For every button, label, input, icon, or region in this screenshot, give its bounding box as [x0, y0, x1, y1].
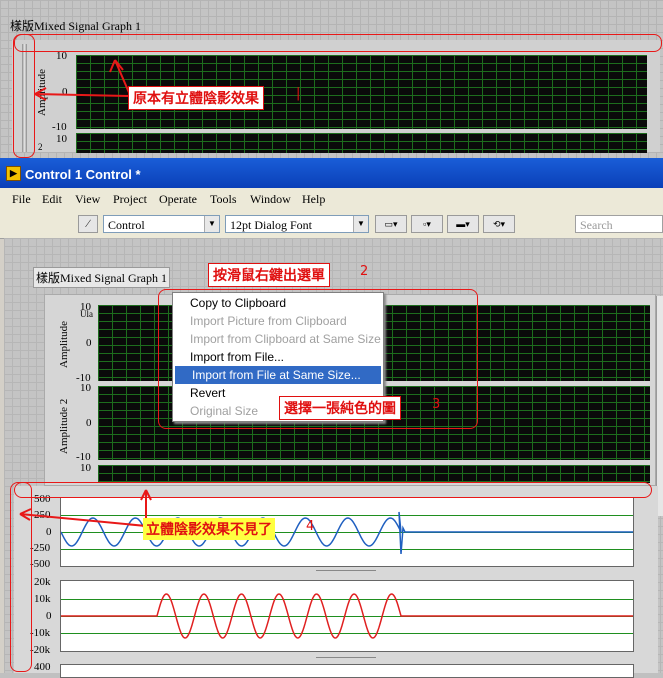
menu-help[interactable]: Help: [302, 192, 325, 207]
annotation-note-1: 原本有立體陰影效果: [128, 86, 264, 110]
window-titlebar[interactable]: ▶ Control 1 Control *: [0, 158, 663, 188]
menu-file[interactable]: File: [12, 192, 31, 207]
chevron-down-icon: ▼: [204, 216, 219, 232]
annotation-note-4: 立體陰影效果不見了: [143, 518, 275, 540]
arrow-to-bar: [34, 87, 131, 101]
control-type-select[interactable]: Control ▼: [103, 215, 220, 233]
wave-separator-2: [316, 657, 376, 658]
wave-a-tick-neg500: -500: [30, 558, 51, 570]
top-graph-ylabel2: 2: [38, 142, 43, 152]
wave-plot-b[interactable]: [60, 580, 634, 652]
inner-p2-tick-0: 0: [86, 417, 92, 429]
annotation-step-2: 2: [360, 264, 369, 279]
inner-plot-area-3[interactable]: [98, 465, 650, 483]
wave-b-tick-10k: 10k: [34, 593, 51, 605]
toolbar: ∕ Control ▼ 12pt Dialog Font ▼ ▭▾ ▫▾ ▬▾ …: [0, 210, 663, 239]
pencil-tool-button[interactable]: ∕: [78, 215, 98, 233]
menu-view[interactable]: View: [75, 192, 100, 207]
wave-c-tick-400: 400: [34, 661, 51, 673]
pencil-icon: ∕: [87, 218, 89, 230]
wave-a-tick-neg250: -250: [30, 542, 51, 554]
align-icon: ▭▾: [384, 219, 398, 229]
menu-operate[interactable]: Operate: [159, 192, 197, 207]
wave-plot-c[interactable]: [60, 664, 634, 678]
search-input[interactable]: Search: [575, 215, 663, 233]
top-tick-10b: 10: [56, 133, 67, 145]
annotation-note-2: 按滑鼠右鍵出選單: [208, 263, 330, 287]
wave-b-tick-neg20k: -20k: [30, 644, 51, 656]
font-select[interactable]: 12pt Dialog Font ▼: [225, 215, 369, 233]
inner-p1-tick-10: 10: [80, 301, 91, 313]
vertical-scrollbar[interactable]: [656, 296, 663, 516]
reorder-icon: ⟲▾: [492, 219, 506, 229]
wave-b-tick-20k: 20k: [34, 576, 51, 588]
annotation-arrows-bottom: [19, 489, 152, 527]
menu-edit[interactable]: Edit: [42, 192, 62, 207]
chevron-down-icon: ▼: [353, 216, 368, 232]
annotation-step-4: 4: [306, 519, 315, 534]
labview-app-icon: ▶: [6, 166, 21, 181]
window-title: Control 1 Control *: [25, 167, 141, 182]
annotation-step-3: 3: [432, 397, 441, 412]
wave-b-svg: [61, 593, 633, 639]
font-value: 12pt Dialog Font: [230, 218, 313, 232]
distribute-icon: ▫▾: [423, 219, 431, 229]
menu-project[interactable]: Project: [113, 192, 147, 207]
wave-b-tick-0: 0: [46, 610, 52, 622]
menu-bar: File Edit View Project Operate Tools Win…: [0, 188, 663, 210]
inner-graph-label[interactable]: 樣版Mixed Signal Graph 1: [33, 267, 170, 288]
menu-window[interactable]: Window: [250, 192, 291, 207]
wave-separator-1: [316, 570, 376, 571]
reorder-button[interactable]: ⟲▾: [483, 215, 515, 233]
arrow-to-bottom-left: [19, 508, 147, 527]
annotation-arrows-top: [34, 59, 131, 101]
wave-b-line: [61, 593, 633, 639]
resize-objects-button[interactable]: ▬▾: [447, 215, 479, 233]
annotation-cursor: |: [296, 86, 301, 101]
resize-icon: ▬▾: [456, 219, 470, 229]
distribute-objects-button[interactable]: ▫▾: [411, 215, 443, 233]
align-objects-button[interactable]: ▭▾: [375, 215, 407, 233]
top-plot-area-2[interactable]: [76, 133, 647, 153]
top-graph-label: 樣版Mixed Signal Graph 1: [10, 19, 141, 33]
inner-p2-tick-10: 10: [80, 382, 91, 394]
inner-graph-ylabel-1: Amplitude: [58, 320, 70, 368]
control-type-value: Control: [108, 218, 145, 232]
arrow-to-frame: [109, 59, 131, 96]
inner-graph-ylabel-2: Amplitude 2: [58, 398, 70, 454]
inner-p3-tick-10: 10: [80, 462, 91, 474]
menu-tools[interactable]: Tools: [210, 192, 237, 207]
inner-p1-tick-0: 0: [86, 337, 92, 349]
top-tick-neg10: -10: [52, 121, 67, 133]
annotation-note-3: 選擇一張純色的圖: [279, 396, 401, 420]
wave-b-tick-neg10k: -10k: [30, 627, 51, 639]
